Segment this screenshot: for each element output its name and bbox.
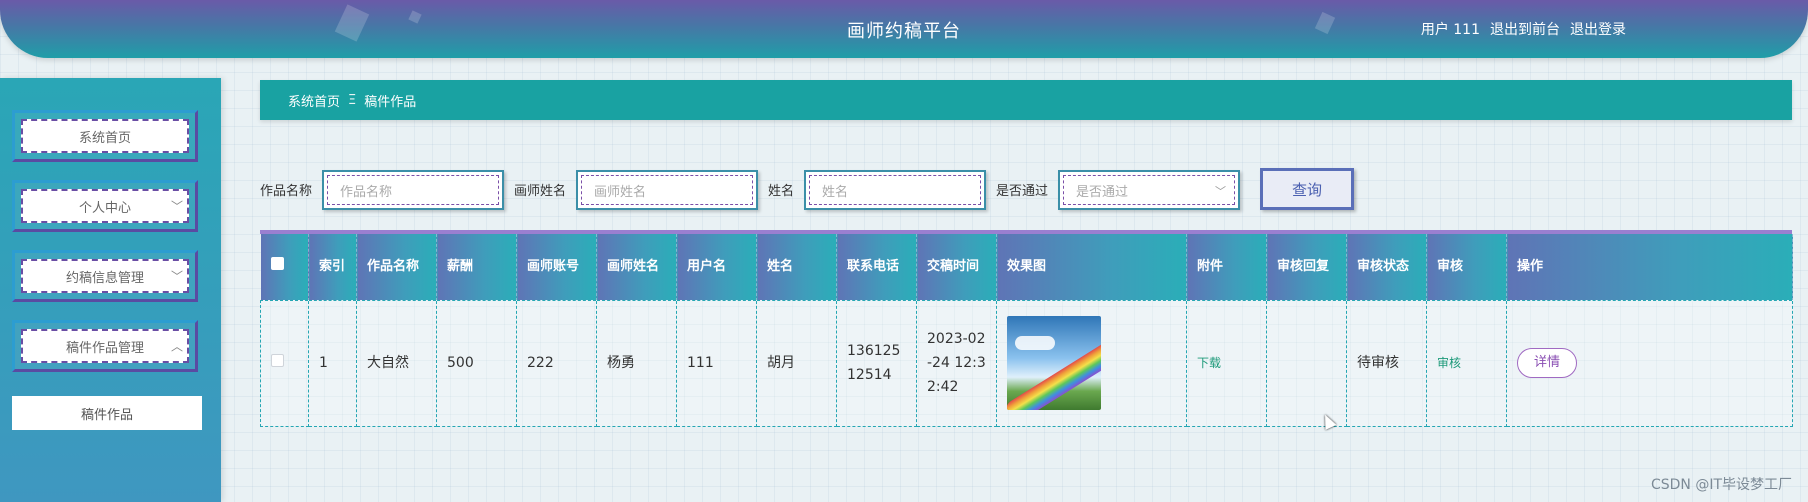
column-header: 薪酬 [436,234,517,300]
passed-placeholder: 是否通过 [1063,175,1235,205]
sidebar-item-personal-center[interactable]: 个人中心 ﹀ [12,180,198,232]
cell-work-name: 大自然 [356,299,437,427]
column-header: 用户名 [676,234,757,300]
user-bar: 用户 111 退出到前台 退出登录 [1421,19,1626,39]
passed-select[interactable]: 是否通过 ﹀ [1058,170,1240,210]
sidebar-item-commission-info[interactable]: 约稿信息管理 ﹀ [12,250,198,302]
row-checkbox[interactable] [271,354,284,367]
chevron-down-icon: ﹀ [170,269,183,284]
table-row: 1 大自然 500 222 杨勇 111 胡月 13612512514 2023… [260,299,1793,427]
image-cloud [1015,336,1055,350]
cell-review-action: 审核 [1426,299,1507,427]
sidebar-subitem-works[interactable]: 稿件作品 [12,396,202,430]
column-header: 姓名 [756,234,837,300]
sidebar: 系统首页 个人中心 ﹀ 约稿信息管理 ﹀ 稿件作品管理 ︿ 稿件作品 [0,78,221,502]
name-placeholder: 姓名 [809,175,981,205]
name-label: 姓名 [768,184,795,199]
cell-submit-time: 2023-02-24 12:32:42 [916,299,997,427]
select-all-checkbox[interactable] [270,256,284,270]
back-to-front-link[interactable]: 退出到前台 [1490,19,1560,39]
sidebar-item-label: 约稿信息管理 [65,270,144,286]
chevron-down-icon: ﹀ [1215,185,1226,198]
watermark: CSDN @IT毕设梦工厂 [1650,477,1792,493]
breadcrumb-home[interactable]: 系统首页 [288,91,340,110]
review-link[interactable]: 审核 [1437,356,1461,370]
column-header: 审核状态 [1346,234,1427,300]
cell-attachment: 下载 [1186,299,1267,427]
name-input[interactable]: 姓名 [804,170,986,210]
sidebar-item-label: 系统首页 [78,130,131,146]
sidebar-item-label: 稿件作品管理 [65,340,144,356]
column-header: 附件 [1186,234,1267,300]
cell-operation: 详情 [1506,299,1793,427]
column-header: 作品名称 [356,234,437,300]
work-name-label: 作品名称 [260,184,313,199]
column-header: 交稿时间 [916,234,997,300]
cell-review-status: 待审核 [1346,299,1427,427]
column-header: 效果图 [996,234,1187,300]
cell-username: 111 [676,299,757,427]
breadcrumb: 系统首页 Ξ 稿件作品 [260,80,1792,120]
current-user: 用户 111 [1420,22,1480,38]
artist-name-placeholder: 画师姓名 [581,175,753,205]
column-header: 画师账号 [516,234,597,300]
chevron-down-icon: ﹀ [170,199,183,214]
cell-review-reply [1266,299,1347,427]
column-header: 画师姓名 [596,234,677,300]
cell-name: 胡月 [756,299,837,427]
column-header: 审核回复 [1266,234,1347,300]
column-header: 联系电话 [836,234,917,300]
select-all-header [260,234,309,300]
landscape-rainbow-image[interactable] [1007,316,1101,410]
top-header: 画师约稿平台 用户 111 退出到前台 退出登录 [0,0,1808,58]
table-header-row: 索引 作品名称 薪酬 画师账号 画师姓名 用户名 姓名 联系电话 交稿时间 效果… [260,234,1793,300]
breadcrumb-separator-icon: Ξ [348,92,357,108]
cell-artist-name: 杨勇 [596,299,677,427]
work-name-placeholder: 作品名称 [327,175,499,205]
work-name-input[interactable]: 作品名称 [322,170,504,210]
sidebar-item-home[interactable]: 系统首页 [12,110,198,162]
cell-effect-image [996,299,1187,427]
breadcrumb-current: 稿件作品 [364,94,417,110]
sidebar-item-works-management[interactable]: 稿件作品管理 ︿ [12,320,198,372]
cell-phone: 13612512514 [836,299,917,427]
download-link[interactable]: 下载 [1197,356,1221,370]
cell-artist-account: 222 [516,299,597,427]
cell-salary: 500 [436,299,517,427]
logout-link[interactable]: 退出登录 [1570,19,1626,39]
sidebar-item-label: 个人中心 [78,200,131,216]
column-header: 操作 [1506,234,1793,300]
column-header: 索引 [308,234,357,300]
detail-button[interactable]: 详情 [1517,348,1577,378]
artist-name-label: 画师姓名 [514,184,567,199]
row-checkbox-cell [260,299,309,427]
cell-index: 1 [308,299,357,427]
artist-name-input[interactable]: 画师姓名 [576,170,758,210]
chevron-up-icon: ︿ [170,339,183,354]
works-table: 索引 作品名称 薪酬 画师账号 画师姓名 用户名 姓名 联系电话 交稿时间 效果… [260,230,1793,427]
column-header: 审核 [1426,234,1507,300]
passed-label: 是否通过 [996,184,1049,199]
query-button[interactable]: 查询 [1260,168,1354,210]
